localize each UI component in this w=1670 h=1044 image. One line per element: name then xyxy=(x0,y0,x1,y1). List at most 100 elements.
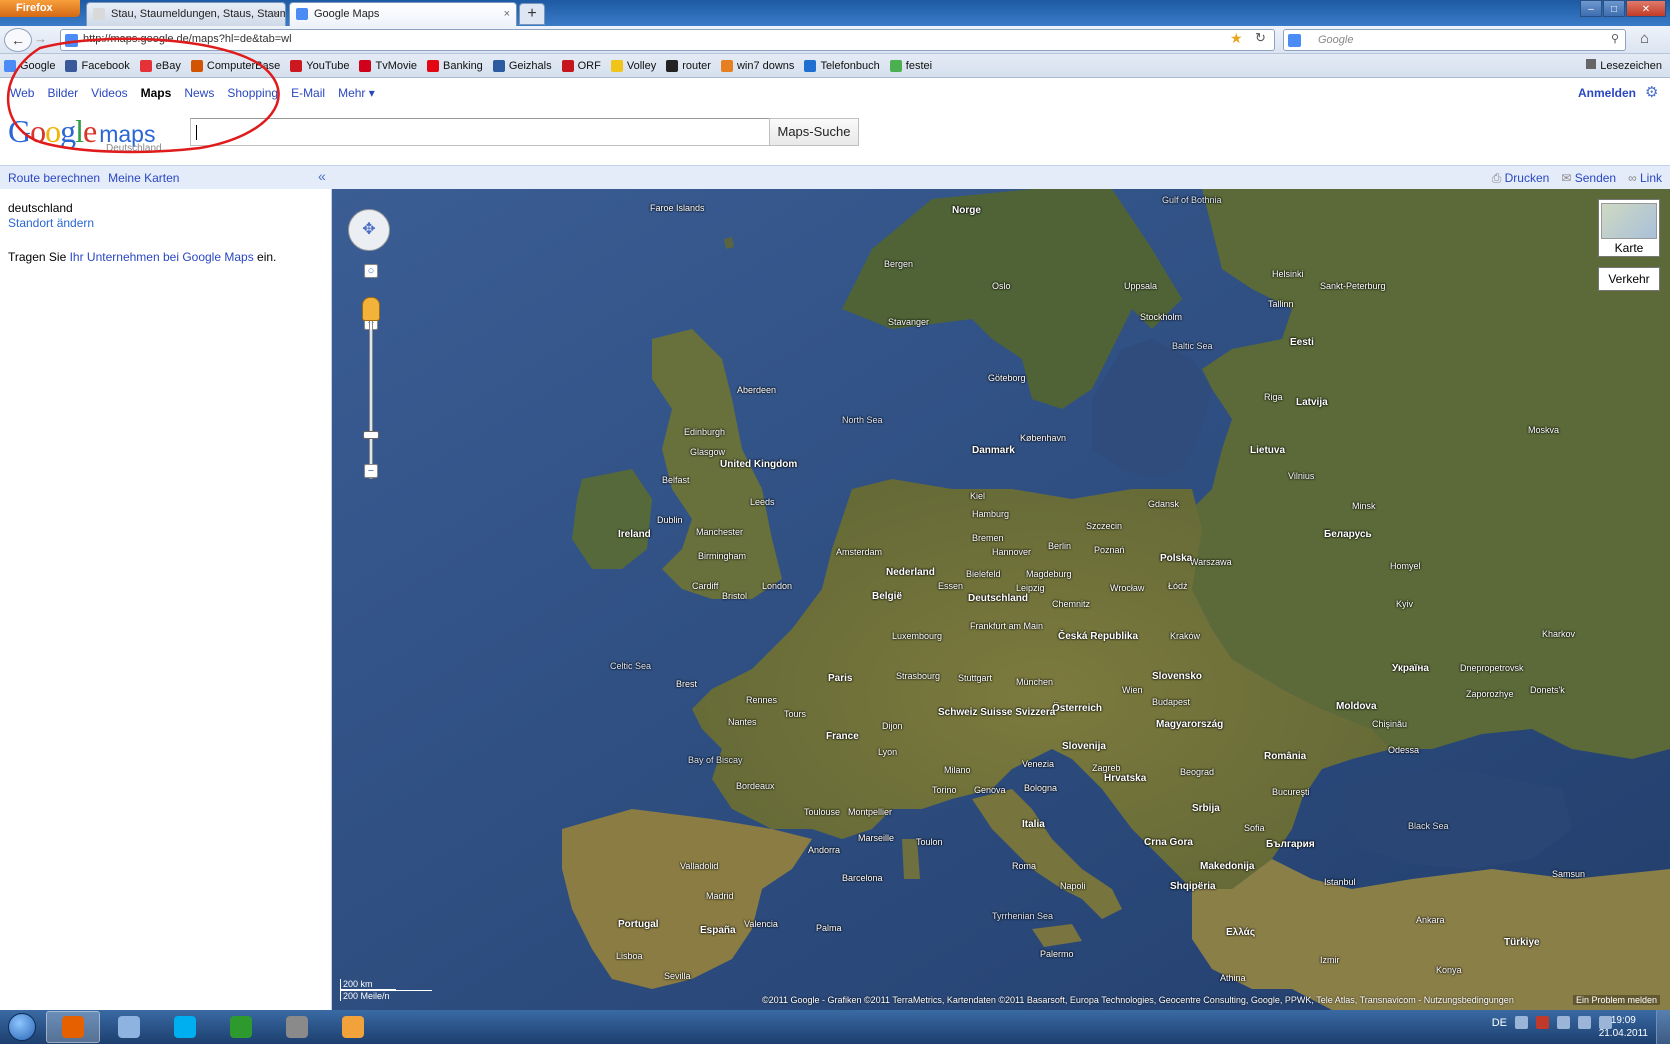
new-tab-button[interactable]: + xyxy=(519,3,545,25)
place-label: Izmir xyxy=(1320,955,1340,965)
send-link[interactable]: ✉ Senden xyxy=(1561,171,1616,186)
tray-monitor-icon[interactable] xyxy=(1578,1016,1591,1029)
bookmark-label: Banking xyxy=(443,59,483,72)
bookmark-telefonbuch[interactable]: Telefonbuch xyxy=(804,59,880,72)
close-tab-icon[interactable]: × xyxy=(273,8,279,20)
reset-view-icon[interactable]: ○ xyxy=(364,264,378,278)
place-label: Paris xyxy=(828,673,853,684)
tab-staumeldungen[interactable]: Stau, Staumeldungen, Staus, Staumel... × xyxy=(86,2,286,26)
tray-flag-icon[interactable] xyxy=(1557,1016,1570,1029)
bookmark-facebook[interactable]: Facebook xyxy=(65,59,130,72)
gbar-item-bilder[interactable]: Bilder xyxy=(47,86,78,106)
minimize-icon[interactable]: – xyxy=(1580,0,1602,17)
bookmark-youtube[interactable]: YouTube xyxy=(290,59,349,72)
place-label: Hamburg xyxy=(972,509,1010,519)
place-label: Toulouse xyxy=(804,807,841,817)
signin-link[interactable]: Anmelden xyxy=(1578,86,1636,100)
place-label: Österreich xyxy=(1052,703,1103,714)
bookmarks-menu[interactable]: Lesezeichen xyxy=(1586,59,1662,72)
zoom-out-button[interactable]: − xyxy=(364,464,378,478)
bookmark-festei[interactable]: festei xyxy=(889,59,932,72)
my-maps-link[interactable]: Meine Karten xyxy=(108,171,179,185)
clock[interactable]: 19:09 21.04.2011 xyxy=(1599,1014,1648,1040)
url-bar[interactable]: http://maps.google.de/maps?hl=de&tab=wl xyxy=(60,29,1275,51)
gbar-item-mehr[interactable]: Mehr ▾ xyxy=(338,86,375,106)
zoom-slider-track[interactable] xyxy=(369,314,373,479)
bookmark-google[interactable]: Google xyxy=(4,59,55,72)
bookmark-geizhals[interactable]: Geizhals xyxy=(492,59,552,72)
place-label: Latvija xyxy=(1296,397,1328,408)
place-label: Bologna xyxy=(1024,783,1058,793)
gbar-item-e-mail[interactable]: E-Mail xyxy=(291,86,325,106)
taskbar-skype[interactable] xyxy=(158,1011,212,1043)
forward-button[interactable]: → xyxy=(34,31,56,49)
report-problem-link[interactable]: Ein Problem melden xyxy=(1572,995,1660,1005)
star-icon xyxy=(359,59,372,72)
place-label: Valencia xyxy=(744,919,778,929)
firefox-menu-button[interactable]: Firefox xyxy=(0,0,80,17)
bookmark-volley[interactable]: Volley xyxy=(610,59,656,72)
map-canvas[interactable]: Faroe Islands Norge Gulf of Bothnia Bergen O… xyxy=(332,189,1670,1010)
taskbar-firefox[interactable] xyxy=(46,1011,100,1043)
bookmark-tvmovie[interactable]: TvMovie xyxy=(359,59,417,72)
change-location-link[interactable]: Standort ändern xyxy=(8,216,323,230)
close-window-icon[interactable]: ✕ xyxy=(1626,0,1666,17)
start-button[interactable] xyxy=(0,1010,44,1044)
bookmark-win7-downs[interactable]: win7 downs xyxy=(720,59,794,72)
pan-control[interactable]: ✥ xyxy=(348,209,390,251)
gbar-item-shopping[interactable]: Shopping xyxy=(227,86,278,106)
place-label: Vilnius xyxy=(1288,471,1315,481)
gbar-item-maps[interactable]: Maps xyxy=(141,86,172,106)
taskbar-tool[interactable] xyxy=(270,1011,324,1043)
language-indicator[interactable]: DE xyxy=(1492,1017,1507,1029)
bookmark-banking[interactable]: Banking xyxy=(427,59,483,72)
collapse-panel-icon[interactable]: « xyxy=(318,168,326,184)
bookmark-computerbase[interactable]: ComputerBase xyxy=(190,59,280,72)
maximize-icon[interactable]: □ xyxy=(1603,0,1625,17)
place-label: Ireland xyxy=(618,529,651,540)
back-button[interactable]: ← xyxy=(4,28,32,52)
place-label: Uppsala xyxy=(1124,281,1158,291)
search-icon[interactable]: ⚲ xyxy=(1611,32,1619,45)
place-label: Marseille xyxy=(858,833,895,843)
tab-google-maps[interactable]: Google Maps × xyxy=(289,2,517,26)
close-tab-icon[interactable]: × xyxy=(504,8,510,20)
tray-network-icon[interactable] xyxy=(1515,1016,1528,1029)
bookmark-ebay[interactable]: eBay xyxy=(139,59,181,72)
maps-search-button[interactable]: Maps-Suche xyxy=(769,118,859,146)
place-label: Milano xyxy=(944,765,971,775)
bookmark-star-icon[interactable]: ★ xyxy=(1230,30,1243,47)
place-label: Lyon xyxy=(878,747,898,757)
zoom-slider-thumb[interactable] xyxy=(363,431,379,439)
gbar-item-videos[interactable]: Videos xyxy=(91,86,127,106)
taskbar-player[interactable] xyxy=(326,1011,380,1043)
map-type-label: Karte xyxy=(1614,241,1644,255)
show-desktop-button[interactable] xyxy=(1656,1010,1670,1044)
home-icon[interactable]: ⌂ xyxy=(1640,30,1649,47)
taskbar-mail[interactable] xyxy=(102,1011,156,1043)
map-type-button[interactable]: Karte xyxy=(1598,199,1660,257)
tray-antivirus-icon[interactable] xyxy=(1536,1016,1549,1029)
taskbar-media[interactable] xyxy=(214,1011,268,1043)
search-bar[interactable]: Google ⚲ xyxy=(1283,29,1626,51)
bookmark-router[interactable]: router xyxy=(666,59,711,72)
traffic-button[interactable]: Verkehr xyxy=(1598,267,1660,291)
route-link[interactable]: Route berechnen xyxy=(8,171,100,185)
business-link[interactable]: Ihr Unternehmen bei Google Maps xyxy=(70,250,254,264)
street-view-pegman-icon[interactable] xyxy=(362,297,380,321)
taskbar-apps xyxy=(44,1011,380,1043)
volleyball-icon xyxy=(610,59,623,72)
place-label: Lisboa xyxy=(616,951,643,961)
bookmark-orf[interactable]: ORF xyxy=(561,59,601,72)
reload-icon[interactable]: ↻ xyxy=(1255,30,1266,46)
gbar-item-news[interactable]: News xyxy=(184,86,214,106)
gbar-item-web[interactable]: Web xyxy=(10,86,34,106)
place-label: Aberdeen xyxy=(737,385,777,395)
maps-search-input[interactable] xyxy=(190,118,770,146)
place-label: United Kingdom xyxy=(720,459,798,470)
settings-gear-icon[interactable]: ⚙ xyxy=(1645,83,1658,101)
link-link[interactable]: ∞ Link xyxy=(1628,171,1662,186)
google-engine-icon[interactable] xyxy=(1288,34,1301,47)
print-link[interactable]: ⎙ Drucken xyxy=(1492,171,1550,186)
orf-icon xyxy=(561,59,574,72)
